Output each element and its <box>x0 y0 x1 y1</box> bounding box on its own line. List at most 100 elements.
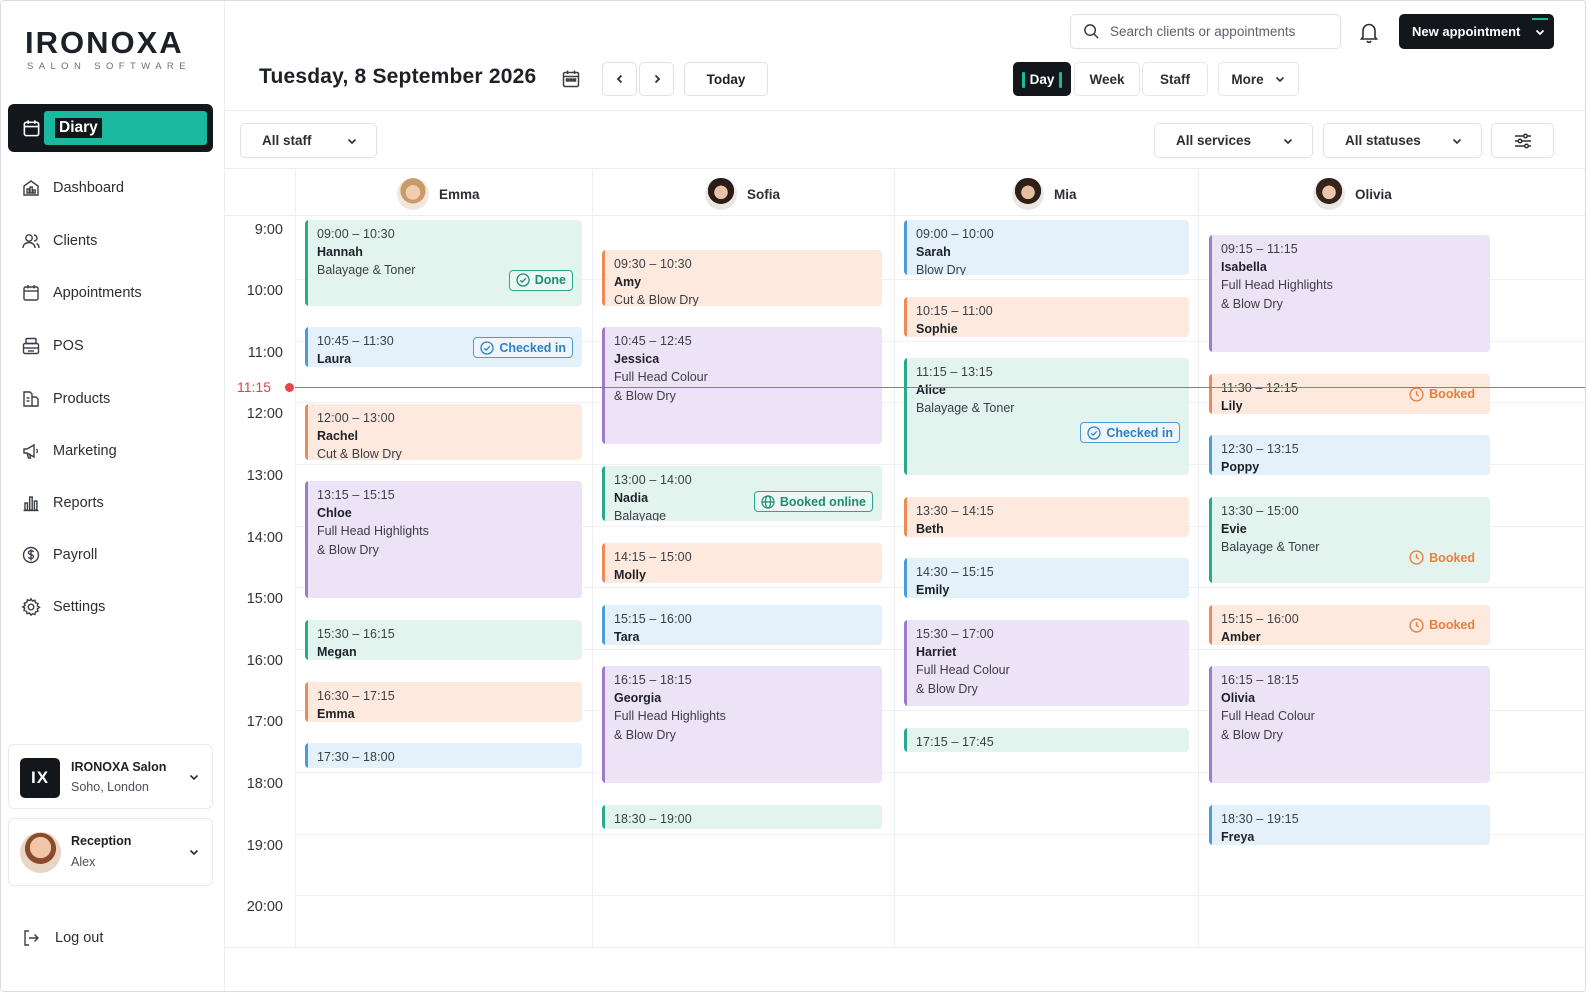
bell-icon[interactable] <box>1359 21 1379 48</box>
appointment-card[interactable]: 11:30 – 12:15LilyCut & Blow DryBooked <box>1209 373 1490 414</box>
statuses-filter[interactable]: All statuses <box>1323 123 1482 158</box>
filter-settings-button[interactable] <box>1491 123 1554 158</box>
divider <box>225 947 1585 948</box>
appointment-time: 09:30 – 10:30 <box>614 257 692 272</box>
appointment-time: 12:30 – 13:15 <box>1221 442 1299 457</box>
appointment-card[interactable]: 17:15 – 17:45GraceExpress Trim <box>904 727 1189 753</box>
appointment-service: Full Head Highlights <box>614 709 726 724</box>
next-day-button[interactable] <box>639 62 674 96</box>
sidebar-item-marketing[interactable]: Marketing <box>21 439 117 463</box>
clock-icon <box>1409 387 1424 402</box>
appointment-card[interactable]: 11:15 – 13:15 Alice Balayage & Toner Checke… <box>904 358 1189 476</box>
appointment-card[interactable]: 10:45 – 11:30LauraBlow DryChecked in <box>305 327 582 368</box>
appointment-card[interactable]: 09:00 – 10:30 Hannah Balayage & Toner Done <box>305 219 582 306</box>
brand-logo: IRONOXA SALON SOFTWARE <box>25 27 191 73</box>
staff-header-mia[interactable]: Mia <box>1012 177 1077 211</box>
dashboard-icon <box>23 180 39 196</box>
avatar <box>1012 178 1044 210</box>
sidebar-item-dashboard[interactable]: Dashboard <box>21 176 124 200</box>
appointment-time: 15:15 – 16:00 <box>614 611 692 626</box>
appointment-card[interactable]: 17:30 – 18:00ZoeFringe Trim <box>305 743 582 768</box>
appointment-card[interactable]: 16:15 – 18:15 Olivia Full Head Colour & Blo… <box>1209 666 1490 784</box>
salon-switcher[interactable]: IX IRONOXA Salon Soho, London <box>8 744 213 809</box>
view-more-button[interactable]: More <box>1218 62 1299 96</box>
appointment-card[interactable]: 13:00 – 14:00 Nadia Balayage Booked online <box>602 465 882 522</box>
staff-filter[interactable]: All staff <box>240 123 377 158</box>
globe-icon <box>761 495 775 509</box>
appointment-time: 12:00 – 13:00 <box>317 411 395 426</box>
staff-name: Emma <box>439 186 480 202</box>
view-day-button[interactable]: Day <box>1013 62 1071 96</box>
staff-header-olivia[interactable]: Olivia <box>1313 177 1392 211</box>
sidebar-item-pos[interactable]: POS <box>21 334 84 358</box>
sidebar-item-reports[interactable]: Reports <box>21 491 104 515</box>
sidebar-item-settings[interactable]: Settings <box>21 595 105 619</box>
appointment-card[interactable]: 09:00 – 10:00 Sarah Blow Dry <box>904 219 1189 276</box>
appointment-card[interactable]: 09:30 – 10:30 Amy Cut & Blow Dry <box>602 250 882 306</box>
time-label: 10:00 <box>246 283 283 300</box>
appointment-service: Balayage & Toner <box>916 401 1015 416</box>
current-time-label: 11:15 <box>237 379 271 395</box>
products-icon <box>23 391 39 407</box>
appointment-time: 17:15 – 17:45 <box>916 734 994 749</box>
appointment-time: 13:30 – 14:15 <box>916 503 994 518</box>
view-week-button[interactable]: Week <box>1074 62 1140 96</box>
appointment-card[interactable]: 12:30 – 13:15PoppyBlow Dry <box>1209 435 1490 476</box>
pos-icon <box>22 337 40 355</box>
appointment-card[interactable]: 16:15 – 18:15 Georgia Full Head Highlights… <box>602 666 882 784</box>
appointment-client: Georgia <box>614 691 662 706</box>
prev-day-button[interactable] <box>602 62 637 96</box>
appointment-client: Olivia <box>1221 691 1256 706</box>
new-appointment-button[interactable]: New appointment <box>1399 14 1554 49</box>
appointment-card[interactable]: 15:15 – 16:00TaraBlow Dry <box>602 604 882 645</box>
salon-location: Soho, London <box>71 780 149 794</box>
appointment-card[interactable]: 15:30 – 16:15MeganExpress Trim <box>305 619 582 661</box>
sliders-icon <box>1514 132 1531 149</box>
logout-label: Log out <box>55 930 104 946</box>
appointment-card[interactable]: 18:30 – 19:00LivExpress Trim <box>602 804 882 830</box>
avatar <box>20 832 61 873</box>
services-filter[interactable]: All services <box>1154 123 1313 158</box>
time-label: 12:00 <box>246 406 283 423</box>
logout-button[interactable]: Log out <box>21 928 103 948</box>
appointment-client: Freya <box>1221 829 1255 844</box>
appointment-client: Sarah <box>916 244 951 259</box>
appointment-card[interactable]: 12:00 – 13:00 Rachel Cut & Blow Dry <box>305 404 582 460</box>
appointment-card[interactable]: 16:30 – 17:15EmmaCut & Blow Dry <box>305 681 582 722</box>
sidebar-item-clients[interactable]: Clients <box>21 229 97 253</box>
search-input[interactable] <box>1110 24 1330 39</box>
appointment-card[interactable]: 13:30 – 14:15BethCut & Blow Dry <box>904 496 1189 537</box>
appointment-card[interactable]: 10:45 – 12:45 Jessica Full Head Colour & Bl… <box>602 327 882 445</box>
appointment-card[interactable]: 14:15 – 15:00MollyCut & Blow Dry <box>602 542 882 584</box>
appointment-client: Tara <box>614 629 640 644</box>
appointment-card[interactable]: 13:15 – 15:15 Chloe Full Head Highlights & … <box>305 481 582 599</box>
sidebar-item-appointments[interactable]: Appointments <box>21 281 142 305</box>
appointment-card[interactable]: 09:15 – 11:15 Isabella Full Head Highlight… <box>1209 234 1490 353</box>
brand-tagline: SALON SOFTWARE <box>27 61 191 72</box>
view-staff-button[interactable]: Staff <box>1142 62 1208 96</box>
staff-header-emma[interactable]: Emma <box>397 177 480 211</box>
appointment-card[interactable]: 15:30 – 17:00 Harriet Full Head Colour & Bl… <box>904 619 1189 707</box>
search-box[interactable] <box>1070 14 1341 49</box>
staff-filter-label: All staff <box>262 133 312 148</box>
appointment-card[interactable]: 15:15 – 16:00AmberCut & Blow DryBooked <box>1209 604 1490 645</box>
appointment-service: & Blow Dry <box>916 681 978 696</box>
appointment-card[interactable]: 13:30 – 15:00 Evie Balayage & Toner Booked <box>1209 496 1490 584</box>
appointment-card[interactable]: 18:30 – 19:15FreyaBlow Dry <box>1209 804 1490 845</box>
appointment-card[interactable]: 10:15 – 11:00SophieCut & Blow Dry <box>904 296 1189 337</box>
user-switcher[interactable]: Reception Alex <box>8 818 213 886</box>
sidebar-item-products[interactable]: Products <box>21 387 110 411</box>
sidebar-item-payroll[interactable]: Payroll <box>21 543 97 567</box>
appointment-client: Chloe <box>317 506 352 521</box>
today-button[interactable]: Today <box>684 62 768 96</box>
appointment-card[interactable]: 14:30 – 15:15EmilyBlow Dry <box>904 558 1189 599</box>
appointment-client: Molly <box>614 567 646 582</box>
appointment-client: Zoe <box>317 766 582 768</box>
status-badge: Checked in <box>473 337 573 359</box>
sidebar-item-diary[interactable]: Diary <box>8 104 213 152</box>
status-badge: Booked <box>1403 547 1481 568</box>
appointment-client: Evie <box>1221 521 1247 536</box>
staff-header-sofia[interactable]: Sofia <box>705 177 780 211</box>
avatar <box>397 178 429 210</box>
calendar-icon[interactable] <box>561 69 581 94</box>
